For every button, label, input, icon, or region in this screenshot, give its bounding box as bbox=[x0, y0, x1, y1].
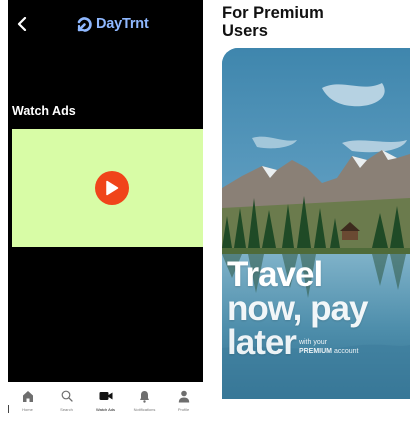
tagline-line1: with your bbox=[298, 339, 327, 346]
brand-logo: DayTrnt bbox=[76, 13, 149, 35]
nav-label: Home bbox=[22, 407, 33, 412]
divider bbox=[8, 405, 9, 413]
tagline-account: account bbox=[332, 348, 359, 355]
promo-hero-text: Travel now, pay later with your PREMIUM … bbox=[227, 255, 368, 362]
nav-item-profile[interactable]: Profile bbox=[165, 388, 203, 412]
hero-line-3-text: later bbox=[227, 323, 297, 362]
bottom-navigation: Home Search Watch Ads Notifications Prof… bbox=[8, 382, 203, 414]
user-icon bbox=[178, 390, 189, 402]
nav-item-search[interactable]: Search bbox=[48, 388, 86, 412]
hero-line-3: later with your PREMIUM account bbox=[227, 323, 367, 362]
hero-line-2: now, pay bbox=[227, 289, 368, 328]
home-icon bbox=[22, 390, 33, 402]
premium-heading-line1: For Premium bbox=[222, 4, 324, 22]
section-title: Watch Ads bbox=[12, 104, 76, 118]
promo-tagline: with your PREMIUM account bbox=[299, 338, 359, 356]
nav-item-watch-ads[interactable]: Watch Ads bbox=[87, 388, 125, 412]
ad-video-area[interactable] bbox=[12, 129, 203, 247]
bell-icon bbox=[140, 390, 149, 403]
play-button[interactable] bbox=[95, 171, 129, 205]
nav-label: Profile bbox=[177, 407, 190, 412]
daytrnt-logo-icon bbox=[77, 16, 92, 32]
nav-item-notifications[interactable]: Notifications bbox=[126, 388, 164, 412]
premium-heading: For Premium Users bbox=[222, 4, 412, 40]
tagline-premium: PREMIUM bbox=[298, 348, 332, 355]
play-icon bbox=[106, 180, 119, 196]
phone-screen: DayTrnt Watch Ads bbox=[8, 0, 203, 382]
search-icon bbox=[61, 390, 73, 402]
premium-promo-card[interactable]: Travel now, pay later with your PREMIUM … bbox=[222, 48, 410, 399]
nav-label: Notifications bbox=[133, 407, 156, 412]
back-button[interactable] bbox=[13, 13, 31, 35]
nav-label: Watch Ads bbox=[96, 407, 115, 412]
nav-item-home[interactable]: Home bbox=[9, 388, 47, 412]
chevron-left-icon bbox=[17, 17, 27, 31]
video-camera-icon bbox=[99, 392, 112, 400]
nav-label: Search bbox=[60, 407, 73, 412]
brand-name: DayTrnt bbox=[96, 16, 149, 32]
premium-heading-line2: Users bbox=[222, 22, 268, 40]
hero-line-1: Travel bbox=[227, 255, 323, 294]
